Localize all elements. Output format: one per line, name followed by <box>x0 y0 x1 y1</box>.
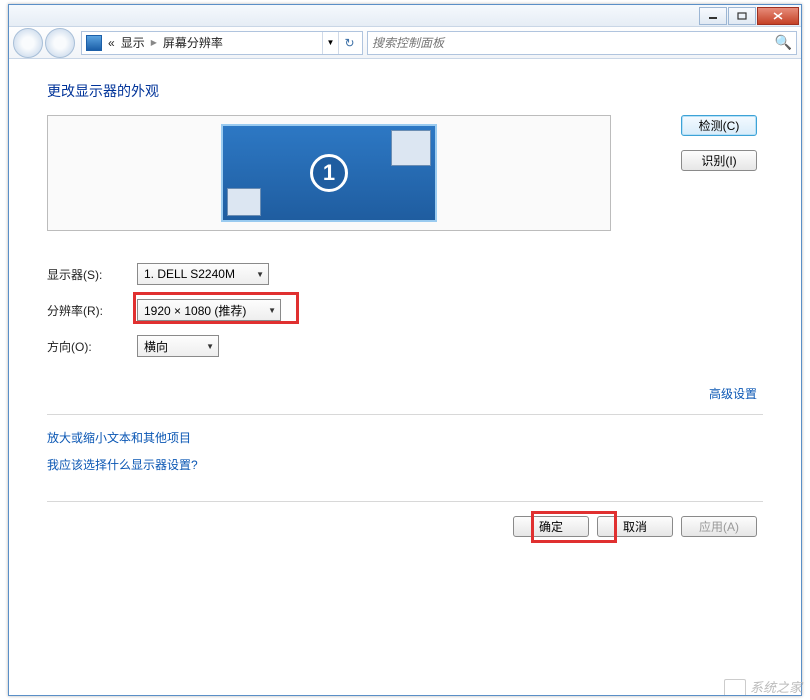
breadcrumb-item[interactable]: 显示 <box>121 34 145 51</box>
close-icon <box>773 12 783 20</box>
identify-button[interactable]: 识别(I) <box>681 150 757 171</box>
ok-button[interactable]: 确定 <box>513 516 589 537</box>
window: « 显示 ▶ 屏幕分辨率 ▼ ↻ 🔍 更改显示器的外观 1 检测 <box>8 4 802 696</box>
display-1[interactable]: 1 <box>221 124 437 222</box>
mini-window-icon <box>391 130 431 166</box>
apply-button[interactable]: 应用(A) <box>681 516 757 537</box>
content: 更改显示器的外观 1 检测(C) 识别(I) 显示器(S): 1. DELL S… <box>9 59 801 695</box>
display-select[interactable]: 1. DELL S2240M ▼ <box>137 263 269 285</box>
chevron-down-icon: ▼ <box>258 306 276 315</box>
maximize-icon <box>737 12 747 20</box>
minimize-button[interactable] <box>699 7 727 25</box>
which-settings-link[interactable]: 我应该选择什么显示器设置? <box>47 456 763 473</box>
preview-row: 1 检测(C) 识别(I) <box>47 115 763 231</box>
orientation-label: 方向(O): <box>47 338 137 355</box>
close-button[interactable] <box>757 7 799 25</box>
address-bar[interactable]: « 显示 ▶ 屏幕分辨率 ▼ ↻ <box>81 31 363 55</box>
titlebar <box>9 5 801 27</box>
watermark-text: 系统之家 <box>750 677 802 696</box>
orientation-select[interactable]: 横向 ▼ <box>137 335 219 357</box>
breadcrumb: « 显示 ▶ 屏幕分辨率 <box>108 34 322 51</box>
address-dropdown[interactable]: ▼ <box>322 32 338 54</box>
resolution-select[interactable]: 1920 × 1080 (推荐) ▼ <box>137 299 281 321</box>
display-row: 显示器(S): 1. DELL S2240M ▼ <box>47 261 763 287</box>
search-input[interactable] <box>372 36 775 50</box>
page-title: 更改显示器的外观 <box>47 81 763 101</box>
resolution-value: 1920 × 1080 (推荐) <box>144 302 246 319</box>
search-icon[interactable]: 🔍 <box>775 34 792 51</box>
cancel-button[interactable]: 取消 <box>597 516 673 537</box>
resize-text-link[interactable]: 放大或缩小文本和其他项目 <box>47 429 763 446</box>
breadcrumb-prefix: « <box>108 36 115 50</box>
resolution-row: 分辨率(R): 1920 × 1080 (推荐) ▼ <box>47 297 763 323</box>
maximize-button[interactable] <box>728 7 756 25</box>
refresh-button[interactable]: ↻ <box>338 32 360 54</box>
back-button[interactable] <box>13 28 43 58</box>
chevron-down-icon: ▼ <box>327 38 335 47</box>
display-preview[interactable]: 1 <box>47 115 611 231</box>
mini-window-icon <box>227 188 261 216</box>
house-icon <box>724 679 746 695</box>
chevron-down-icon: ▼ <box>246 270 264 279</box>
advanced-row: 高级设置 <box>47 385 763 402</box>
side-buttons: 检测(C) 识别(I) <box>681 115 763 171</box>
chevron-right-icon: ▶ <box>151 38 157 47</box>
nav-buttons <box>13 28 71 58</box>
resolution-label: 分辨率(R): <box>47 302 137 319</box>
orientation-row: 方向(O): 横向 ▼ <box>47 333 763 359</box>
control-panel-icon <box>86 35 102 51</box>
watermark: 系统之家 <box>724 677 802 696</box>
forward-button[interactable] <box>45 28 75 58</box>
advanced-settings-link[interactable]: 高级设置 <box>709 387 757 401</box>
display-label: 显示器(S): <box>47 266 137 283</box>
breadcrumb-item[interactable]: 屏幕分辨率 <box>163 34 223 51</box>
toolbar: « 显示 ▶ 屏幕分辨率 ▼ ↻ 🔍 <box>9 27 801 59</box>
orientation-value: 横向 <box>144 338 168 355</box>
divider <box>47 414 763 415</box>
minimize-icon <box>708 12 718 20</box>
chevron-down-icon: ▼ <box>196 342 214 351</box>
display-value: 1. DELL S2240M <box>144 267 235 281</box>
display-number: 1 <box>310 154 348 192</box>
footer-buttons: 确定 取消 应用(A) <box>47 516 763 537</box>
divider <box>47 501 763 502</box>
search-bar[interactable]: 🔍 <box>367 31 797 55</box>
detect-button[interactable]: 检测(C) <box>681 115 757 136</box>
settings-form: 显示器(S): 1. DELL S2240M ▼ 分辨率(R): 1920 × … <box>47 261 763 359</box>
refresh-icon: ↻ <box>344 36 354 50</box>
help-links: 放大或缩小文本和其他项目 我应该选择什么显示器设置? <box>47 429 763 473</box>
